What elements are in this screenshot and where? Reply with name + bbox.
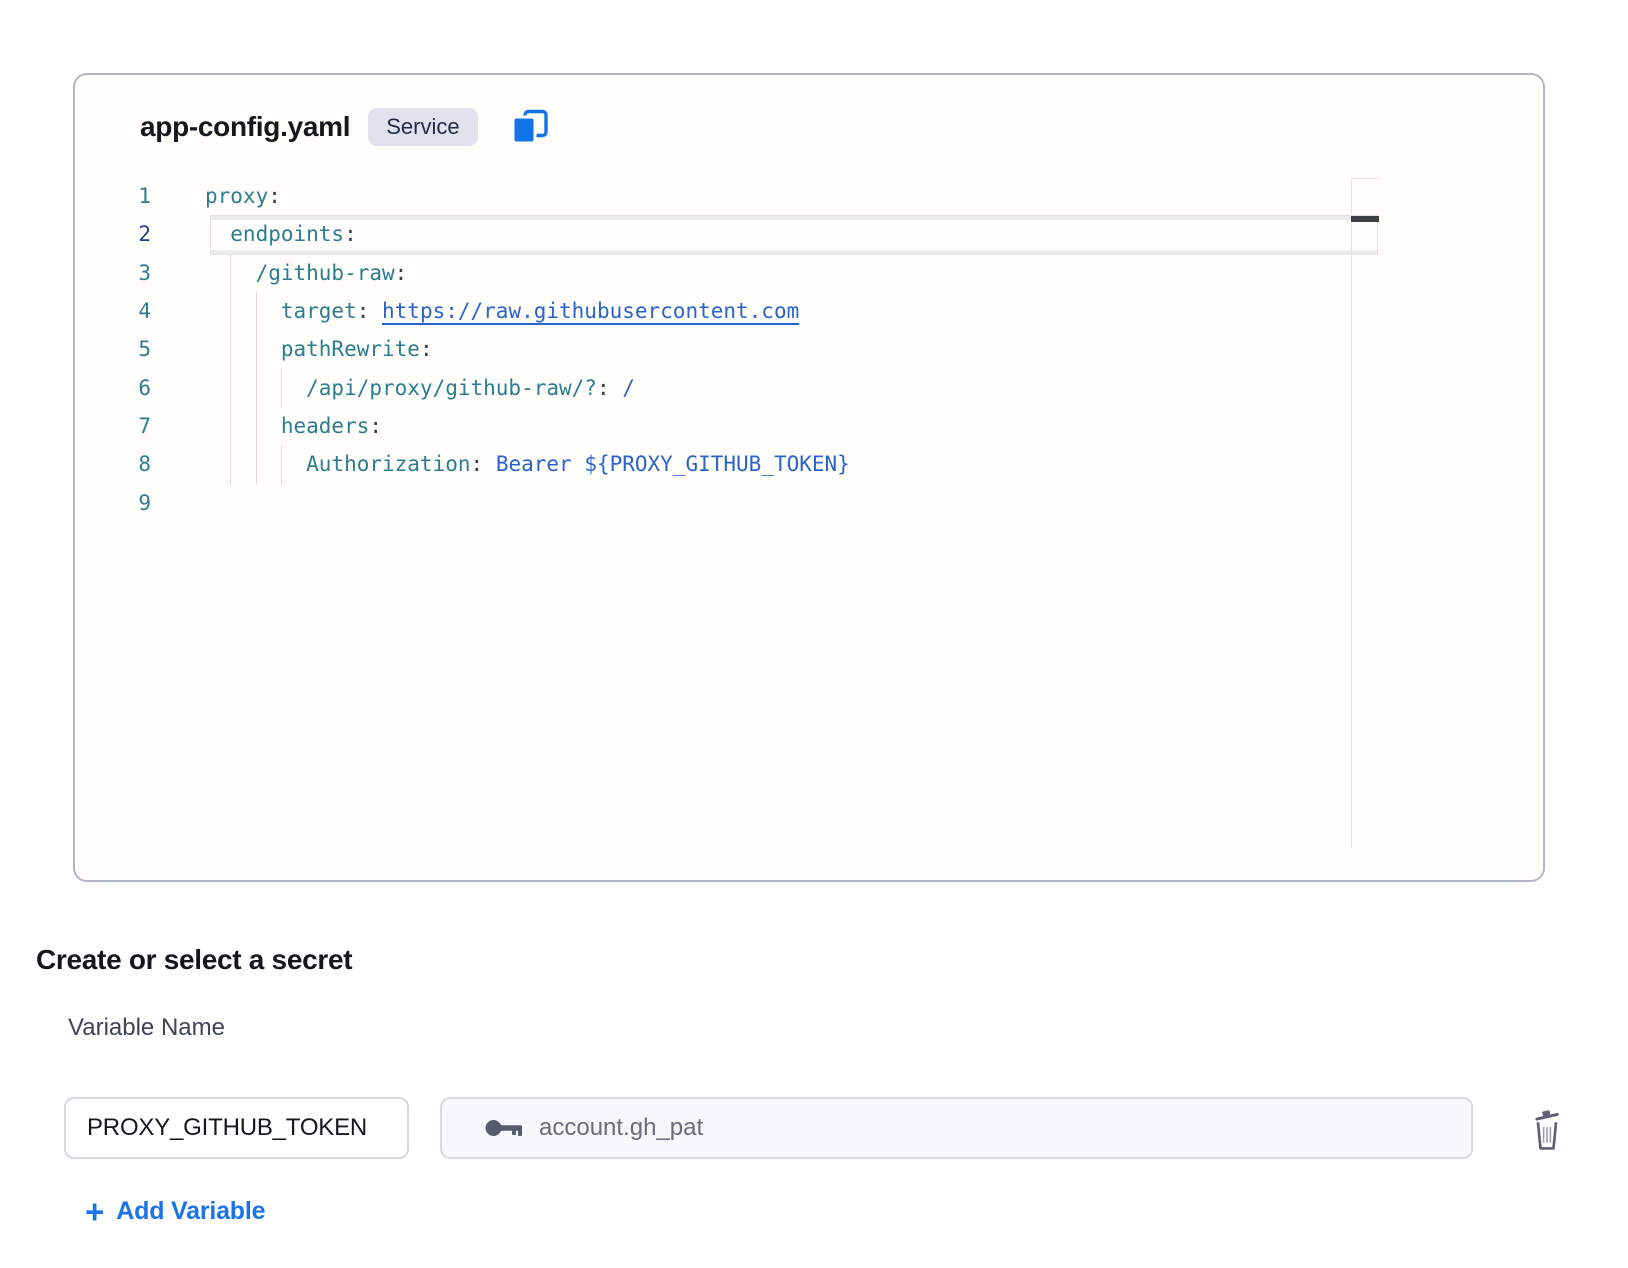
- variable-name-input[interactable]: [64, 1097, 409, 1159]
- line-number: 1: [121, 177, 151, 215]
- code-line[interactable]: 2 endpoints:: [75, 215, 1543, 253]
- add-variable-label: Add Variable: [116, 1197, 265, 1226]
- code-token: :: [344, 222, 357, 246]
- add-variable-button[interactable]: + Add Variable: [85, 1195, 265, 1228]
- code-token: target: [205, 299, 357, 323]
- secret-selector[interactable]: account.gh_pat: [440, 1097, 1473, 1159]
- code-line[interactable]: 3 /github-raw:: [75, 254, 1543, 292]
- code-text: /github-raw:: [205, 254, 407, 292]
- code-token: :: [597, 376, 622, 400]
- code-token: Authorization: [205, 452, 471, 476]
- code-token: pathRewrite: [205, 337, 420, 361]
- line-number: 5: [121, 330, 151, 368]
- code-token: /: [622, 376, 635, 400]
- code-token: :: [268, 184, 281, 208]
- code-line[interactable]: 1 proxy:: [75, 177, 1543, 215]
- code-line[interactable]: 7 headers:: [75, 407, 1543, 445]
- card-header: app-config.yaml Service: [140, 108, 550, 146]
- line-number: 4: [121, 292, 151, 330]
- code-line[interactable]: 6 /api/proxy/github-raw/?: /: [75, 369, 1543, 407]
- code-line[interactable]: 9: [75, 484, 1543, 522]
- code-token: headers: [205, 414, 369, 438]
- code-text: headers:: [205, 407, 382, 445]
- line-number: 3: [121, 254, 151, 292]
- line-number: 7: [121, 407, 151, 445]
- line-number: 2: [121, 215, 151, 253]
- code-text: pathRewrite:: [205, 330, 433, 368]
- code-token: :: [357, 299, 382, 323]
- copy-icon: [511, 109, 549, 145]
- code-token: Bearer ${PROXY_GITHUB_TOKEN}: [496, 452, 850, 476]
- key-icon: [484, 1117, 526, 1139]
- service-badge: Service: [368, 108, 477, 146]
- code-token: :: [420, 337, 433, 361]
- code-editor[interactable]: 1proxy:2 endpoints:3 /github-raw:4 targe…: [75, 177, 1543, 867]
- code-line[interactable]: 5 pathRewrite:: [75, 330, 1543, 368]
- line-number: 9: [121, 484, 151, 522]
- line-number: 8: [121, 445, 151, 483]
- file-title: app-config.yaml: [140, 111, 350, 143]
- code-text: target: https://raw.githubusercontent.co…: [205, 292, 799, 330]
- code-link[interactable]: https://raw.githubusercontent.com: [382, 299, 799, 323]
- code-token: proxy: [205, 184, 268, 208]
- code-line[interactable]: 8 Authorization: Bearer ${PROXY_GITHUB_T…: [75, 445, 1543, 483]
- copy-button[interactable]: [510, 108, 550, 146]
- code-token: :: [395, 261, 408, 285]
- code-token: :: [369, 414, 382, 438]
- trash-icon: [1530, 1107, 1564, 1153]
- variable-name-label: Variable Name: [68, 1014, 225, 1042]
- code-token: :: [471, 452, 496, 476]
- line-number: 6: [121, 369, 151, 407]
- code-text: Authorization: Bearer ${PROXY_GITHUB_TOK…: [205, 445, 850, 483]
- code-token: /github-raw: [205, 261, 395, 285]
- code-token: /api/proxy/github-raw/?: [205, 376, 597, 400]
- code-token: endpoints: [205, 222, 344, 246]
- code-line[interactable]: 4 target: https://raw.githubusercontent.…: [75, 292, 1543, 330]
- secret-selector-value: account.gh_pat: [539, 1114, 703, 1142]
- section-heading: Create or select a secret: [36, 944, 352, 976]
- code-editor-card: app-config.yaml Service 1proxy:2 endpoin…: [73, 73, 1545, 882]
- code-text: endpoints:: [205, 215, 357, 253]
- code-text: /api/proxy/github-raw/?: /: [205, 369, 635, 407]
- plus-icon: +: [85, 1195, 104, 1228]
- delete-variable-button[interactable]: [1528, 1105, 1566, 1155]
- code-text: proxy:: [205, 177, 281, 215]
